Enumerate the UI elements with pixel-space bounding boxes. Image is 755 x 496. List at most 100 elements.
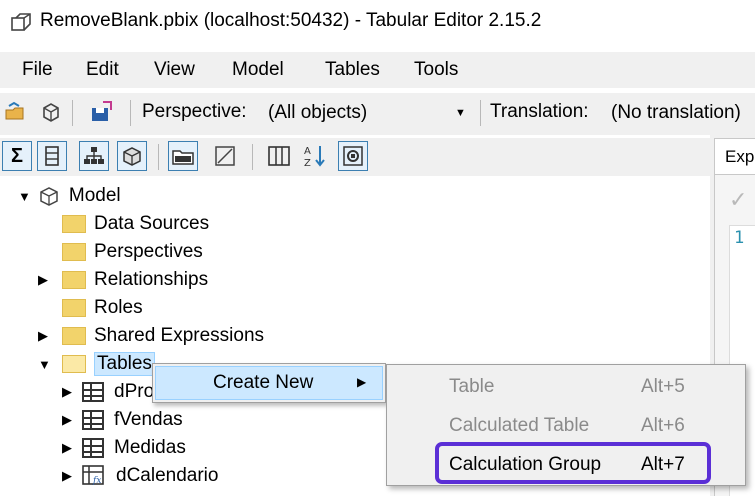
menu-item-table[interactable]: Table Alt+5: [387, 367, 745, 405]
window-title: RemoveBlank.pbix (localhost:50432) - Tab…: [40, 10, 542, 31]
tree-node-tables[interactable]: ▼ Tables: [38, 350, 155, 378]
tabular-editor-icon: [11, 13, 31, 31]
menu-model[interactable]: Model: [232, 59, 284, 81]
table-icon: [82, 438, 104, 458]
chevron-right-icon[interactable]: ▶: [62, 440, 82, 456]
chevron-right-icon[interactable]: ▶: [62, 468, 82, 484]
model-cube-icon: [40, 187, 58, 206]
columns-icon: [268, 146, 290, 166]
tree-node-table-fvendas[interactable]: ▶ fVendas: [62, 406, 183, 434]
tree-node-model[interactable]: ▼ Model: [18, 182, 121, 210]
menu-item-shortcut: Alt+6: [641, 415, 685, 436]
tree-node-table-dcalendario[interactable]: ▶ fx dCalendario: [62, 462, 218, 490]
create-new-submenu: Table Alt+5 Calculated Table Alt+6 Calcu…: [386, 364, 746, 486]
load-from-database-icon[interactable]: [38, 99, 64, 125]
perspective-dropdown[interactable]: (All objects) ▼: [262, 98, 474, 128]
show-all-objects-button[interactable]: [338, 141, 368, 171]
toolbar-separator: [252, 144, 253, 170]
object-type-icon: [343, 146, 363, 166]
table-icon: [82, 382, 104, 402]
folder-icon: [62, 215, 86, 233]
show-display-folders-button[interactable]: [264, 141, 294, 171]
tree-node-perspectives[interactable]: Perspectives: [62, 238, 203, 266]
tree-node-roles[interactable]: Roles: [62, 294, 143, 322]
tree-label: dCalendario: [116, 465, 219, 486]
chevron-right-icon[interactable]: ▶: [62, 412, 82, 428]
tree-label: dPro: [114, 381, 155, 402]
open-file-icon[interactable]: [2, 99, 28, 125]
chevron-down-icon: ▼: [455, 107, 466, 119]
highlight-outline: [435, 442, 711, 484]
tree-toolbar: Σ AZ: [0, 138, 710, 176]
chevron-right-icon[interactable]: ▶: [38, 328, 62, 344]
tree-label: fVendas: [114, 409, 183, 430]
folder-icon: [62, 271, 86, 289]
perspective-label: Perspective:: [142, 101, 247, 122]
menu-item-calculated-table[interactable]: Calculated Table Alt+6: [387, 406, 745, 444]
main-toolbar: Perspective: (All objects) ▼ Translation…: [0, 93, 755, 135]
title-bar: RemoveBlank.pbix (localhost:50432) - Tab…: [0, 0, 755, 46]
show-hierarchies-button[interactable]: [79, 141, 109, 171]
checkmark-icon[interactable]: ✓: [729, 187, 747, 213]
cube-icon: [123, 147, 141, 166]
calculated-table-icon: fx: [82, 465, 104, 486]
toolbar-separator: [158, 144, 159, 170]
menu-bar: File Edit View Model Tables Tools: [0, 52, 755, 88]
menu-tools[interactable]: Tools: [414, 59, 458, 81]
folder-icon: [62, 327, 86, 345]
folder-open-icon: [62, 355, 86, 373]
tree-label: Relationships: [94, 269, 209, 290]
sort-az-icon: AZ: [304, 146, 325, 168]
hierarchy-icon: [84, 147, 104, 164]
show-partitions-button[interactable]: [117, 141, 147, 171]
translation-dropdown[interactable]: (No translation): [606, 98, 755, 128]
sigma-icon: Σ: [10, 144, 23, 167]
tree-node-table-dpro[interactable]: ▶ dPro: [62, 378, 154, 406]
tree-label: Medidas: [114, 437, 186, 458]
toolbar-separator: [130, 100, 131, 126]
chevron-down-icon[interactable]: ▼: [18, 189, 31, 204]
filter-box-icon: [215, 146, 235, 166]
tree-label: Shared Expressions: [94, 325, 265, 346]
chevron-right-icon[interactable]: ▶: [62, 384, 82, 400]
tree-label: Model: [68, 185, 121, 206]
tree-node-shared-expressions[interactable]: ▶ Shared Expressions: [38, 322, 264, 350]
toolbar-separator: [72, 100, 73, 126]
save-icon[interactable]: [88, 99, 114, 125]
folder-icon: [62, 299, 86, 317]
translation-value: (No translation): [611, 102, 741, 123]
tab-expression-editor[interactable]: Exp: [714, 138, 755, 174]
line-number: 1: [734, 228, 745, 248]
show-filtered-button[interactable]: [210, 141, 240, 171]
folder-icon: [62, 243, 86, 261]
show-columns-button[interactable]: [37, 141, 67, 171]
chevron-right-icon[interactable]: ▶: [38, 272, 62, 288]
svg-text:A: A: [304, 146, 311, 157]
tree-label: Perspectives: [94, 241, 203, 262]
svg-text:fx: fx: [92, 476, 101, 486]
translation-label: Translation:: [490, 101, 589, 122]
sort-alphabetical-button[interactable]: AZ: [300, 141, 330, 171]
show-hidden-button[interactable]: [168, 141, 198, 171]
folder-view-icon: [172, 150, 194, 165]
tree-label: Tables: [94, 352, 155, 376]
tree-node-data-sources[interactable]: Data Sources: [62, 210, 209, 238]
menu-edit[interactable]: Edit: [86, 59, 119, 81]
menu-item-label: Calculated Table: [449, 415, 590, 436]
tree-node-table-medidas[interactable]: ▶ Medidas: [62, 434, 186, 462]
tree-node-relationships[interactable]: ▶ Relationships: [38, 266, 208, 294]
table-icon: [82, 410, 104, 430]
chevron-down-icon[interactable]: ▼: [38, 357, 62, 372]
menu-file[interactable]: File: [22, 59, 53, 81]
context-menu: Create New ▶: [152, 363, 386, 403]
tree-label: Data Sources: [94, 213, 210, 234]
show-measures-button[interactable]: Σ: [2, 141, 32, 171]
perspective-value: (All objects): [268, 102, 368, 123]
menu-view[interactable]: View: [154, 59, 195, 81]
create-new-label: Create New: [213, 372, 314, 393]
tree-label: Roles: [94, 297, 143, 318]
menu-tables[interactable]: Tables: [325, 59, 380, 81]
svg-text:Z: Z: [304, 158, 311, 168]
column-icon: [45, 146, 59, 166]
submenu-arrow-icon: ▶: [357, 375, 367, 389]
